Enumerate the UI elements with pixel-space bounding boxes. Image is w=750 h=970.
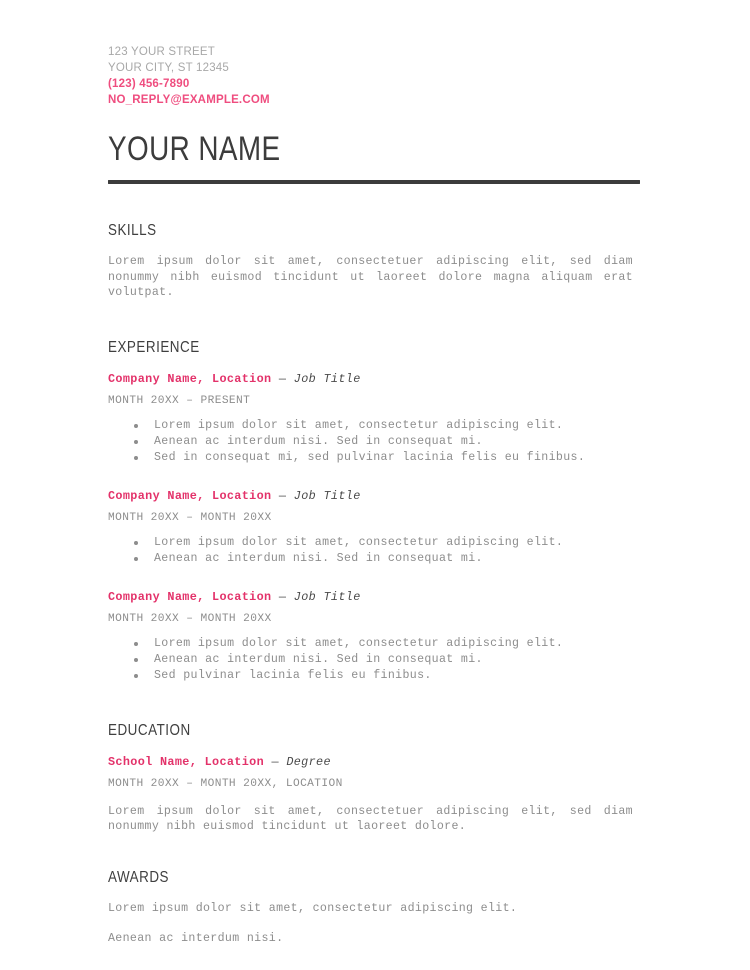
experience-dates: MONTH 20XX – PRESENT [108,394,251,407]
list-item: Sed in consequat mi, sed pulvinar lacini… [108,450,640,466]
education-paragraph: Lorem ipsum dolor sit amet, consectetuer… [108,804,633,834]
section-education: EDUCATION School Name, Location — Degree… [108,722,640,835]
list-item-text: Aenean ac interdum nisi. Sed in consequa… [154,652,483,666]
list-item: Lorem ipsum dolor sit amet, consectetur … [108,418,640,434]
page-title: YOUR NAME [108,130,281,168]
section-awards: AWARDS Lorem ipsum dolor sit amet, conse… [108,869,640,946]
list-item-text: Aenean ac interdum nisi. Sed in consequa… [154,551,483,565]
experience-bullet-list: Lorem ipsum dolor sit amet, consectetur … [108,636,640,684]
experience-bullet-list: Lorem ipsum dolor sit amet, consectetur … [108,535,640,567]
experience-heading: Company Name, Location — Job Title [108,371,640,387]
award-item: Aenean ac interdum nisi. [108,931,284,945]
list-item-text: Lorem ipsum dolor sit amet, consectetur … [154,535,564,549]
list-item: Lorem ipsum dolor sit amet, consectetur … [108,636,640,652]
list-item-text: Lorem ipsum dolor sit amet, consectetur … [154,418,564,432]
list-item-text: Sed in consequat mi, sed pulvinar lacini… [154,450,586,464]
list-item-text: Aenean ac interdum nisi. Sed in consequa… [154,434,483,448]
section-title-experience: EXPERIENCE [108,338,200,356]
list-item: Aenean ac interdum nisi. Sed in consequa… [108,551,640,567]
bullet-dot-icon [134,439,138,444]
education-degree: Degree [286,754,331,769]
experience-company: Company Name, Location [108,589,272,604]
list-item: Lorem ipsum dolor sit amet, consectetur … [108,535,640,551]
experience-separator: — [278,589,287,604]
award-item: Lorem ipsum dolor sit amet, consectetur … [108,901,518,915]
resume-content: 123 YOUR STREET YOUR CITY, ST 12345 (123… [108,44,640,946]
section-title-awards: AWARDS [108,868,170,886]
list-item: Aenean ac interdum nisi. Sed in consequa… [108,434,640,450]
skills-paragraph: Lorem ipsum dolor sit amet, consectetuer… [108,255,633,300]
experience-entry: Company Name, Location — Job Title MONTH… [108,488,640,567]
list-item: Sed pulvinar lacinia felis eu finibus. [108,668,640,684]
list-item: Aenean ac interdum nisi. Sed in consequa… [108,652,640,668]
bullet-dot-icon [134,540,138,545]
experience-job-title: Job Title [293,371,361,386]
contact-email[interactable]: NO_REPLY@EXAMPLE.COM [108,92,640,108]
experience-job-title: Job Title [293,488,361,503]
bullet-dot-icon [134,455,138,460]
experience-company: Company Name, Location [108,371,272,386]
experience-entry: Company Name, Location — Job Title MONTH… [108,371,640,466]
list-item-text: Lorem ipsum dolor sit amet, consectetur … [154,636,564,650]
bullet-dot-icon [134,641,138,646]
experience-dates: MONTH 20XX – MONTH 20XX [108,511,272,524]
experience-heading: Company Name, Location — Job Title [108,488,640,504]
experience-dates: MONTH 20XX – MONTH 20XX [108,612,272,625]
header-divider [108,180,640,184]
education-dates: MONTH 20XX – MONTH 20XX, LOCATION [108,777,343,790]
experience-separator: — [278,371,287,386]
contact-phone[interactable]: (123) 456-7890 [108,76,640,92]
section-experience: EXPERIENCE Company Name, Location — Job … [108,339,640,684]
experience-separator: — [278,488,287,503]
experience-company: Company Name, Location [108,488,272,503]
education-school: School Name, Location [108,754,265,769]
contact-block: 123 YOUR STREET YOUR CITY, ST 12345 (123… [108,44,640,108]
bullet-dot-icon [134,657,138,662]
section-skills: SKILLS Lorem ipsum dolor sit amet, conse… [108,222,640,301]
bullet-dot-icon [134,556,138,561]
education-heading: School Name, Location — Degree [108,754,640,770]
resume-page: 123 YOUR STREET YOUR CITY, ST 12345 (123… [0,0,750,970]
contact-street: 123 YOUR STREET [108,46,215,58]
experience-entry: Company Name, Location — Job Title MONTH… [108,589,640,684]
bullet-dot-icon [134,673,138,678]
experience-bullet-list: Lorem ipsum dolor sit amet, consectetur … [108,418,640,466]
section-title-skills: SKILLS [108,222,157,239]
bullet-dot-icon [134,423,138,428]
experience-heading: Company Name, Location — Job Title [108,589,640,605]
list-item-text: Sed pulvinar lacinia felis eu finibus. [154,668,432,682]
education-separator: — [271,754,279,769]
experience-job-title: Job Title [293,589,361,604]
contact-city-state-zip: YOUR CITY, ST 12345 [108,62,229,74]
education-entry: School Name, Location — Degree MONTH 20X… [108,754,640,835]
section-title-education: EDUCATION [108,721,191,739]
